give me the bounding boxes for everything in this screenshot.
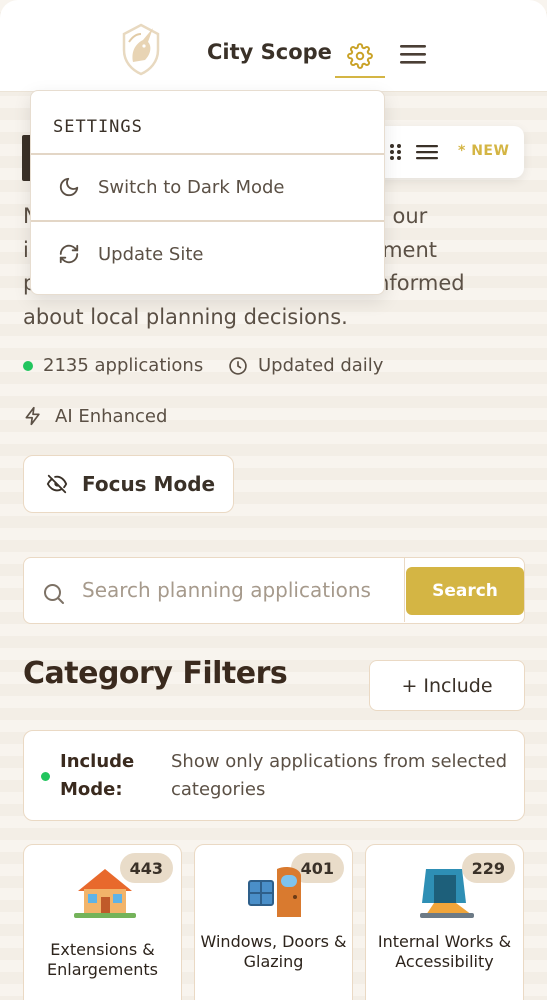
search-button[interactable]: Search [406, 567, 524, 615]
hamburger-menu-icon [400, 45, 426, 64]
menu-item-label: Update Site [98, 243, 204, 265]
focus-mode-label: Focus Mode [82, 472, 216, 496]
lightning-icon [25, 406, 40, 426]
search-divider [404, 558, 405, 622]
menu-item-update-site[interactable]: Update Site [31, 221, 384, 287]
category-filters-title: Category Filters [23, 656, 288, 691]
search-bar: Search [23, 557, 525, 624]
ai-enhanced-text: AI Enhanced [55, 405, 168, 427]
grid-view-icon[interactable] [388, 142, 404, 166]
settings-dropdown: SETTINGS Switch to Dark Mode Update Site [30, 90, 385, 295]
applications-count: 2135 applications [43, 355, 204, 376]
gear-icon [347, 43, 373, 69]
eye-off-icon [46, 474, 68, 494]
app-title: City Scope [207, 40, 332, 64]
updated-stat: Updated daily [228, 355, 383, 376]
new-badge[interactable]: * NEW [458, 143, 509, 159]
moon-icon [59, 177, 79, 197]
stats-row: 2135 applications Updated daily [23, 355, 533, 383]
category-card-windows[interactable]: 401 Windows, Doors & Glazing [194, 844, 353, 1000]
settings-menu-header: SETTINGS [53, 117, 143, 137]
search-input[interactable] [80, 558, 406, 622]
search-icon [42, 582, 66, 610]
app-header: City Scope [0, 0, 547, 92]
category-card-internal[interactable]: 229 Internal Works & Accessibility [365, 844, 524, 1000]
category-label: Internal Works & Accessibility [377, 932, 512, 971]
house-icon [74, 863, 136, 919]
category-label: Extensions & Enlargements [47, 940, 158, 979]
intro-line-4: about local planning decisions. [23, 304, 348, 329]
settings-button[interactable] [335, 34, 385, 78]
include-button[interactable]: + Include [369, 660, 525, 711]
focus-mode-button[interactable]: Focus Mode [23, 455, 234, 513]
doorway-ramp-icon [416, 863, 478, 919]
settings-active-indicator [335, 76, 385, 78]
menu-button[interactable] [396, 36, 430, 72]
category-card-extensions[interactable]: 443 Extensions & Enlargements [23, 844, 182, 1000]
updated-text: Updated daily [258, 355, 384, 376]
view-toggle: * NEW [372, 126, 524, 178]
ai-stat: AI Enhanced [23, 405, 167, 427]
unicorn-logo-icon[interactable] [115, 22, 167, 76]
menu-item-label: Switch to Dark Mode [98, 176, 285, 198]
include-mode-info: Include Mode: Show only applications fro… [23, 730, 525, 821]
mode-status-dot-icon [41, 772, 50, 781]
applications-stat: 2135 applications [23, 355, 203, 376]
menu-item-dark-mode[interactable]: Switch to Dark Mode [31, 154, 384, 220]
mode-label: Include Mode: [60, 751, 135, 800]
live-dot-icon [23, 360, 33, 371]
category-label: Windows, Doors & Glazing [200, 932, 347, 971]
mode-description: Show only applications from selected cat… [171, 751, 508, 800]
clock-icon [229, 356, 247, 375]
list-view-icon[interactable] [416, 142, 438, 166]
door-window-icon [245, 863, 307, 919]
refresh-icon [59, 244, 79, 264]
